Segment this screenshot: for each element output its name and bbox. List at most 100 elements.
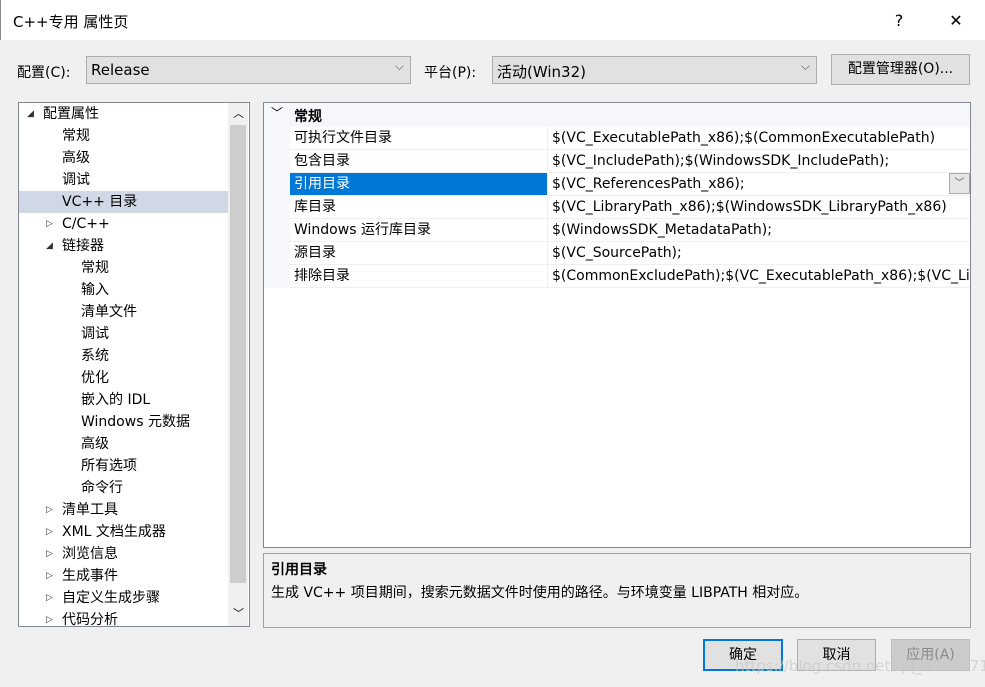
collapsed-arrow-icon[interactable]: ▷ xyxy=(46,587,53,609)
collapsed-arrow-icon[interactable]: ▷ xyxy=(46,213,53,235)
config-dropdown[interactable]: Release ⌵ xyxy=(86,56,411,84)
property-name: 引用目录 xyxy=(290,173,548,195)
tree-item[interactable]: ▷ 清单工具 xyxy=(19,499,228,521)
tree-item[interactable]: 所有选项 xyxy=(19,455,228,477)
tree-item-label: 链接器 xyxy=(62,238,104,254)
category-label: 常规 xyxy=(294,109,322,125)
tree-item[interactable]: ◢ 链接器 xyxy=(19,235,228,257)
tree-item-label: 所有选项 xyxy=(81,458,137,474)
tree-item-label: 清单文件 xyxy=(81,304,137,320)
tree-item-label: 清单工具 xyxy=(62,502,118,518)
property-name: Windows 运行库目录 xyxy=(290,219,548,241)
tree-item[interactable]: ▷ C/C++ xyxy=(19,213,228,235)
tree-item[interactable]: 优化 xyxy=(19,367,228,389)
property-value[interactable]: $(VC_ReferencesPath_x86); xyxy=(549,173,970,195)
tree-item[interactable]: 输入 xyxy=(19,279,228,301)
tree-item[interactable]: 系统 xyxy=(19,345,228,367)
property-value[interactable]: $(VC_LibraryPath_x86);$(WindowsSDK_Libra… xyxy=(549,196,970,218)
tree-item-label: 优化 xyxy=(81,370,109,386)
tree-item-label: VC++ 目录 xyxy=(62,194,138,210)
tree-item-label: 生成事件 xyxy=(62,568,118,584)
chevron-down-icon[interactable]: ﹀ xyxy=(949,173,970,194)
property-name: 源目录 xyxy=(290,242,548,264)
tree-item-label: C/C++ xyxy=(62,216,110,232)
tree-item-label: 代码分析 xyxy=(62,612,118,627)
property-tree[interactable]: ▷ 代码分析 ▷ 自定义生成步骤 ▷ 生成事件 ▷ 浏览信息 ▷ XML 文档生成器 ▷ 清单工具 命令… xyxy=(18,102,250,627)
title-bar: C++专用 属性页 ? ✕ xyxy=(0,0,985,40)
collapsed-arrow-icon[interactable]: ▷ xyxy=(46,543,53,565)
tree-item[interactable]: 常规 xyxy=(19,257,228,279)
tree-item-label: 常规 xyxy=(62,128,90,144)
window-title: C++专用 属性页 xyxy=(13,13,129,31)
tree-item-label: 浏览信息 xyxy=(62,546,118,562)
property-row[interactable]: Windows 运行库目录 $(WindowsSDK_MetadataPath); xyxy=(290,219,970,242)
tree-item[interactable]: 命令行 xyxy=(19,477,228,499)
property-value[interactable]: $(CommonExcludePath);$(VC_ExecutablePath… xyxy=(549,265,970,287)
help-button[interactable]: ? xyxy=(884,8,914,34)
tree-item-label: 自定义生成步骤 xyxy=(62,590,160,606)
tree-item[interactable]: 调试 xyxy=(19,169,228,191)
chevron-down-icon[interactable]: ﹀ xyxy=(271,104,283,121)
property-value[interactable]: $(VC_SourcePath); xyxy=(549,242,970,264)
scroll-down-icon[interactable]: ﹀ xyxy=(233,605,244,621)
tree-item[interactable]: ◢ 配置属性 xyxy=(19,103,228,125)
property-row[interactable]: 引用目录 $(VC_ReferencesPath_x86); ﹀ xyxy=(290,173,970,196)
property-grid: ﹀ 常规 可执行文件目录 $(VC_ExecutablePath_x86);$(C… xyxy=(263,102,971,548)
property-name: 排除目录 xyxy=(290,265,548,287)
watermark: https://blog.csdn.net/qq_45812711 xyxy=(735,657,985,675)
tree-item-label: Windows 元数据 xyxy=(81,414,190,430)
scroll-up-icon[interactable]: ︿ xyxy=(233,105,244,121)
property-row[interactable]: 库目录 $(VC_LibraryPath_x86);$(WindowsSDK_Li… xyxy=(290,196,970,219)
expanded-arrow-icon[interactable]: ◢ xyxy=(46,235,53,257)
platform-dropdown[interactable]: 活动(Win32) ⌵ xyxy=(492,56,817,84)
property-row[interactable]: 包含目录 $(VC_IncludePath);$(WindowsSDK_Inclu… xyxy=(290,150,970,173)
scrollbar-thumb[interactable] xyxy=(230,125,246,583)
property-name: 可执行文件目录 xyxy=(290,127,548,149)
tree-scrollbar[interactable]: ︿ ﹀ xyxy=(228,103,248,626)
tree-item[interactable]: 高级 xyxy=(19,433,228,455)
property-value[interactable]: $(VC_ExecutablePath_x86);$(CommonExecuta… xyxy=(549,127,970,149)
tree-item[interactable]: 高级 xyxy=(19,147,228,169)
category-header[interactable]: ﹀ 常规 xyxy=(264,103,970,127)
config-manager-button[interactable]: 配置管理器(O)... xyxy=(831,54,970,85)
collapsed-arrow-icon[interactable]: ▷ xyxy=(46,565,53,587)
collapsed-arrow-icon[interactable]: ▷ xyxy=(46,609,53,626)
property-row[interactable]: 源目录 $(VC_SourcePath); xyxy=(290,242,970,265)
property-name: 库目录 xyxy=(290,196,548,218)
config-value: Release xyxy=(91,61,150,79)
tree-item-label: 嵌入的 IDL xyxy=(81,392,151,408)
collapsed-arrow-icon[interactable]: ▷ xyxy=(46,521,53,543)
platform-label: 平台(P): xyxy=(424,65,477,81)
tree-item-label: 常规 xyxy=(81,260,109,276)
property-row[interactable]: 可执行文件目录 $(VC_ExecutablePath_x86);$(Common… xyxy=(290,127,970,150)
tree-item-label: 系统 xyxy=(81,348,109,364)
chevron-down-icon: ⌵ xyxy=(394,59,404,73)
tree-item[interactable]: ▷ XML 文档生成器 xyxy=(19,521,228,543)
tree-item[interactable]: VC++ 目录 xyxy=(19,191,228,213)
tree-item[interactable]: Windows 元数据 xyxy=(19,411,228,433)
tree-item-label: 调试 xyxy=(62,172,90,188)
config-label: 配置(C): xyxy=(17,65,71,81)
tree-item[interactable]: ▷ 代码分析 xyxy=(19,609,228,627)
tree-item[interactable]: 嵌入的 IDL xyxy=(19,389,228,411)
tree-item[interactable]: 清单文件 xyxy=(19,301,228,323)
tree-item[interactable]: ▷ 浏览信息 xyxy=(19,543,228,565)
tree-item-label: 调试 xyxy=(81,326,109,342)
expanded-arrow-icon[interactable]: ◢ xyxy=(27,103,34,125)
chevron-down-icon: ⌵ xyxy=(800,59,810,73)
property-value[interactable]: $(VC_IncludePath);$(WindowsSDK_IncludePa… xyxy=(549,150,970,172)
collapsed-arrow-icon[interactable]: ▷ xyxy=(46,499,53,521)
platform-value: 活动(Win32) xyxy=(497,63,586,81)
tree-item[interactable]: ▷ 生成事件 xyxy=(19,565,228,587)
close-button[interactable]: ✕ xyxy=(941,8,971,34)
tree-item[interactable]: ▷ 自定义生成步骤 xyxy=(19,587,228,609)
property-value[interactable]: $(WindowsSDK_MetadataPath); xyxy=(549,219,970,241)
tree-item[interactable]: 常规 xyxy=(19,125,228,147)
property-row[interactable]: 排除目录 $(CommonExcludePath);$(VC_Executable… xyxy=(290,265,970,288)
tree-item-label: XML 文档生成器 xyxy=(62,524,166,540)
description-text: 生成 VC++ 项目期间，搜索元数据文件时使用的路径。与环境变量 LIBPATH… xyxy=(271,585,809,601)
tree-item-label: 配置属性 xyxy=(43,106,99,122)
tree-item-label: 命令行 xyxy=(81,480,123,496)
tree-item-label: 高级 xyxy=(81,436,109,452)
tree-item[interactable]: 调试 xyxy=(19,323,228,345)
